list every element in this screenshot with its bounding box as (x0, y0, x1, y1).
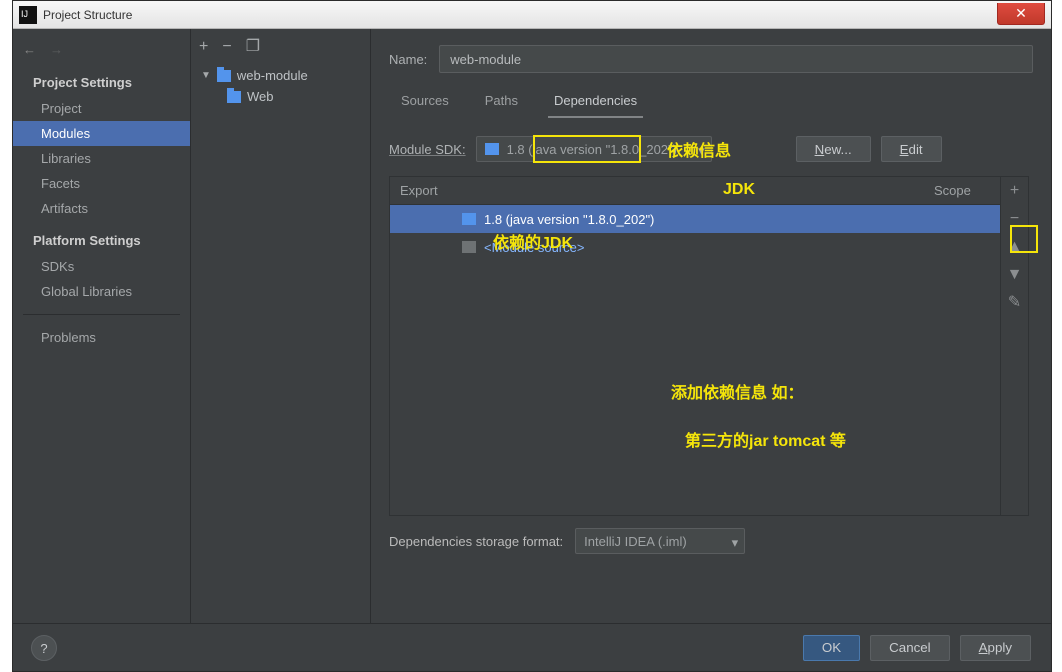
module-tabs: Sources Paths Dependencies (395, 87, 1033, 118)
add-icon[interactable]: + (199, 39, 208, 55)
nav-global-libraries[interactable]: Global Libraries (13, 279, 190, 304)
annotation-dep-info: 依赖信息 (667, 137, 731, 161)
project-structure-window: Project Structure ✕ ← → Project Settings… (12, 0, 1052, 672)
annotation-add-line2: 第三方的jar tomcat 等 (685, 427, 846, 451)
tab-sources[interactable]: Sources (395, 87, 455, 118)
tree-toolbar: + − ❐ (191, 35, 370, 59)
dependency-row-module-source[interactable]: <Module source> (390, 233, 1028, 261)
dependency-text: 1.8 (java version "1.8.0_202") (484, 212, 654, 227)
apply-button[interactable]: Apply (960, 635, 1031, 661)
caret-down-icon: ▼ (201, 70, 211, 81)
nav-project[interactable]: Project (13, 96, 190, 121)
back-icon[interactable]: ← (23, 42, 36, 57)
module-folder-icon (217, 70, 231, 82)
dependencies-table: Export Scope 1.8 (java version "1.8.0_20… (389, 176, 1029, 516)
divider (23, 314, 180, 315)
storage-format-combo[interactable]: IntelliJ IDEA (.iml) ▾ (575, 528, 745, 554)
storage-format-value: IntelliJ IDEA (.iml) (584, 534, 687, 549)
nav-artifacts[interactable]: Artifacts (13, 196, 190, 221)
module-name-input[interactable] (439, 45, 1033, 73)
dependencies-body: 1.8 (java version "1.8.0_202") <Module s… (390, 205, 1028, 261)
annotation-add-line1: 添加依赖信息 如： (671, 379, 803, 403)
column-scope[interactable]: Scope (934, 183, 998, 198)
module-tree: ▼ web-module Web (191, 59, 370, 113)
dependency-row-jdk[interactable]: 1.8 (java version "1.8.0_202") (390, 205, 1028, 233)
add-dependency-button[interactable]: + (1010, 183, 1019, 199)
dependencies-header: Export Scope (390, 177, 1028, 205)
remove-icon[interactable]: − (222, 39, 231, 55)
folder-icon (485, 143, 499, 155)
new-sdk-button[interactable]: New... (796, 136, 871, 162)
folder-icon (462, 241, 476, 253)
module-sdk-value: 1.8 (java version "1.8.0_202") (507, 142, 677, 157)
forward-icon[interactable]: → (50, 42, 63, 57)
remove-dependency-button[interactable]: − (1010, 211, 1019, 227)
dialog-button-bar: ? OK Cancel Apply (13, 623, 1051, 671)
titlebar: Project Structure ✕ (13, 1, 1051, 29)
folder-icon (462, 213, 476, 225)
help-button[interactable]: ? (31, 635, 57, 661)
cancel-button[interactable]: Cancel (870, 635, 950, 661)
move-up-button[interactable]: ▲ (1007, 239, 1023, 255)
tab-dependencies[interactable]: Dependencies (548, 87, 643, 118)
dependency-tools: + − ▲ ▼ ✎ (1000, 177, 1028, 515)
nav-sdks[interactable]: SDKs (13, 254, 190, 279)
annotation-dep-jdk: 依赖的JDK (493, 229, 573, 253)
tree-node-label: Web (247, 89, 274, 104)
section-project-settings: Project Settings (13, 63, 190, 96)
nav-libraries[interactable]: Libraries (13, 146, 190, 171)
window-title: Project Structure (43, 8, 132, 22)
nav-toolbar: ← → (13, 35, 190, 63)
tab-paths[interactable]: Paths (479, 87, 524, 118)
module-detail: Name: Sources Paths Dependencies Module … (371, 29, 1051, 623)
nav-facets[interactable]: Facets (13, 171, 190, 196)
storage-row: Dependencies storage format: IntelliJ ID… (389, 528, 1033, 554)
nav-problems[interactable]: Problems (13, 325, 190, 350)
nav-modules[interactable]: Modules (13, 121, 190, 146)
module-tree-panel: + − ❐ ▼ web-module Web (191, 29, 371, 623)
tree-node-web-module[interactable]: ▼ web-module (197, 65, 364, 86)
name-row: Name: (389, 45, 1033, 73)
tree-node-web-facet[interactable]: Web (197, 86, 364, 107)
client-area: ← → Project Settings Project Modules Lib… (13, 29, 1051, 623)
web-facet-icon (227, 91, 241, 103)
intellij-icon (19, 6, 37, 24)
annotation-jdk: JDK (723, 181, 755, 199)
window-close-button[interactable]: ✕ (997, 3, 1045, 25)
column-export[interactable]: Export (390, 183, 462, 198)
edit-sdk-button[interactable]: Edit (881, 136, 942, 162)
move-down-button[interactable]: ▼ (1007, 267, 1023, 283)
name-label: Name: (389, 52, 427, 67)
left-sidebar: ← → Project Settings Project Modules Lib… (13, 29, 191, 623)
tree-node-label: web-module (237, 68, 308, 83)
section-platform-settings: Platform Settings (13, 221, 190, 254)
storage-label: Dependencies storage format: (389, 534, 563, 549)
edit-dependency-button[interactable]: ✎ (1008, 295, 1021, 311)
copy-icon[interactable]: ❐ (246, 39, 260, 55)
ok-button[interactable]: OK (803, 635, 860, 661)
caret-down-icon: ▾ (732, 535, 739, 551)
module-sdk-label: Module SDK: (389, 142, 466, 157)
